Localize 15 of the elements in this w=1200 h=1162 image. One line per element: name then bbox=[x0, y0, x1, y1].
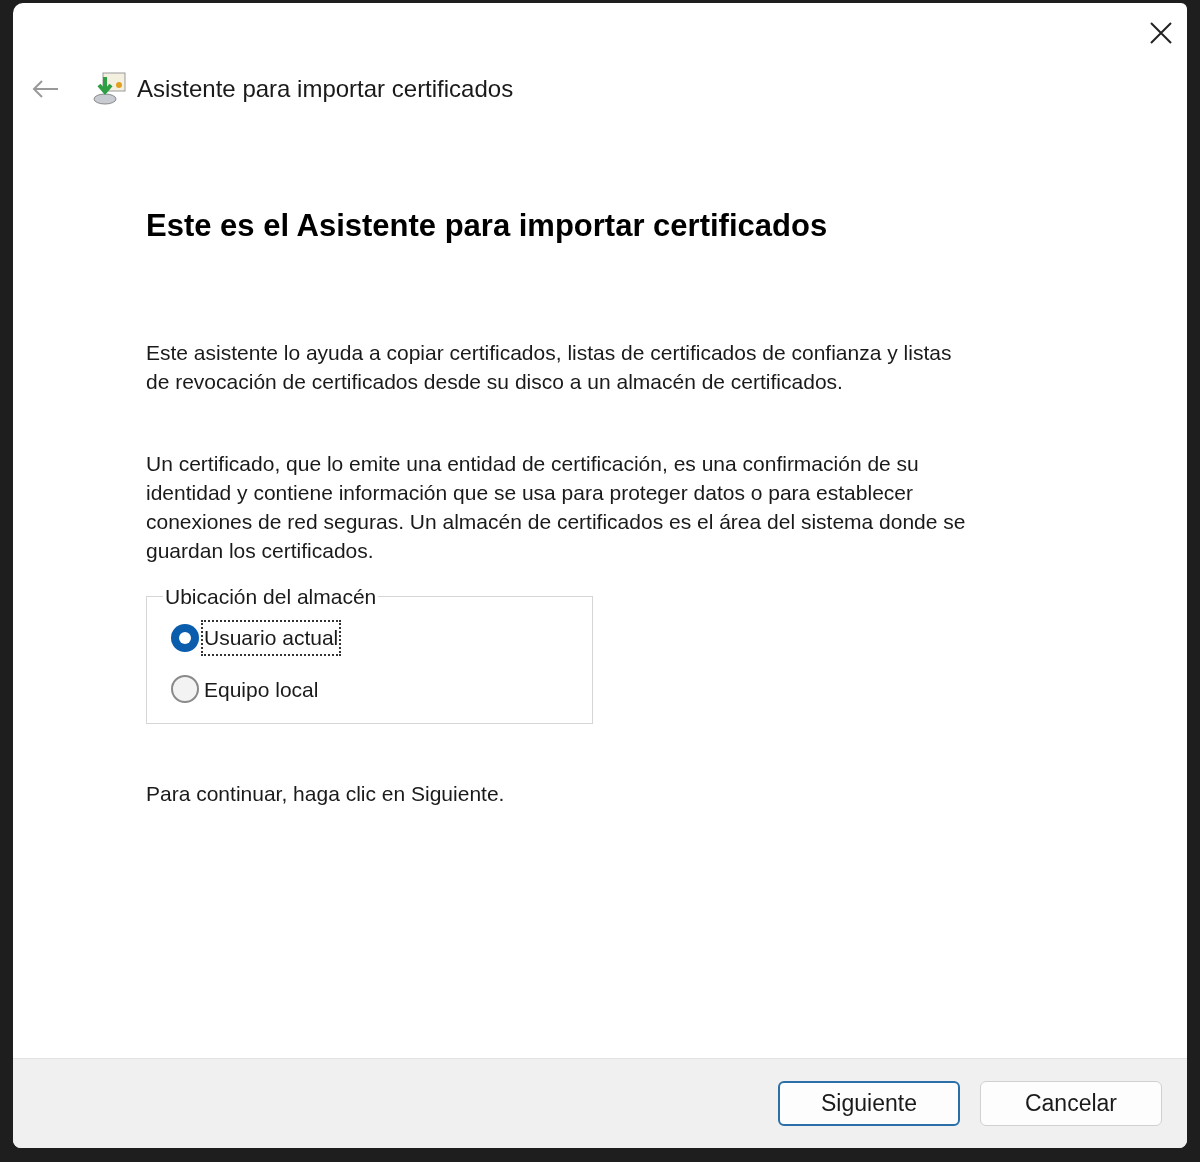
radio-option[interactable]: Usuario actual bbox=[171, 622, 592, 654]
wizard-heading: Este es el Asistente para importar certificados bbox=[146, 207, 829, 245]
dialog-button[interactable]: Siguiente bbox=[778, 1081, 960, 1126]
instruction-text: Para continuar, haga clic en Siguiente. bbox=[146, 781, 506, 807]
group-legend: Ubicación del almacén bbox=[163, 580, 379, 612]
window-title: Asistente para importar certificados bbox=[137, 74, 514, 104]
description-paragraph: Un certificado, que lo emite una entidad de certificación, es una confirmación de su identidad y contiene información que se usa para proteger datos o para establecer conexiones de red seguras. Un almacén de certificados es el área del sistema donde se guardan los certificados. bbox=[146, 450, 967, 564]
close-icon bbox=[1149, 21, 1173, 45]
radio-button[interactable] bbox=[171, 675, 199, 704]
radio-option[interactable]: Equipo local bbox=[171, 673, 592, 705]
radio-button[interactable] bbox=[171, 623, 199, 652]
dialog-button[interactable]: Cancelar bbox=[980, 1081, 1162, 1126]
description-paragraph: Este asistente lo ayuda a copiar certificados, listas de certificados de confianza y listas de revocación de certificados desde su disco a un almacén de certificados. bbox=[146, 339, 953, 395]
certificate-import-icon bbox=[91, 71, 127, 107]
back-arrow-icon bbox=[31, 79, 59, 99]
